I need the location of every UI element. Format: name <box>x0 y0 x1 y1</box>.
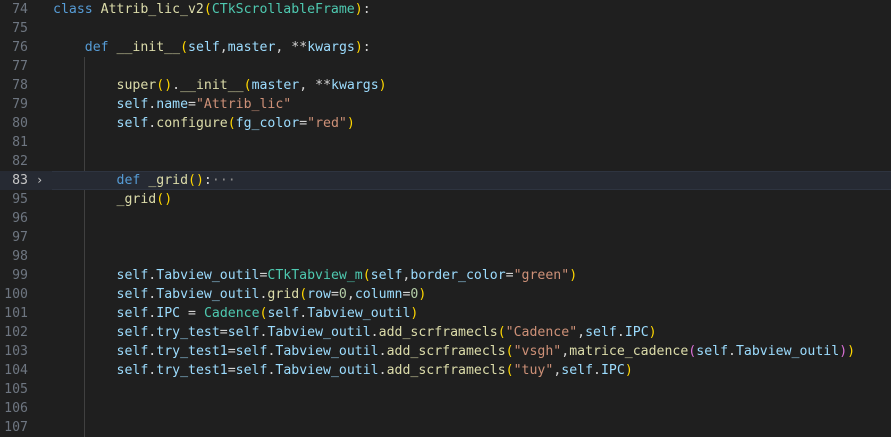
code-line[interactable]: 81 <box>0 133 891 152</box>
code-line[interactable]: 102 self.try_test=self.Tabview_outil.add… <box>0 323 891 342</box>
line-number: 80 <box>12 116 28 131</box>
line-number: 75 <box>12 21 28 36</box>
code-line[interactable]: 97 <box>0 228 891 247</box>
code-line[interactable]: 74 class Attrib_lic_v2(CTkScrollableFrame… <box>0 0 891 19</box>
code-line[interactable]: 77 <box>0 57 891 76</box>
code-line[interactable]: 101 self.IPC = Cadence(self.Tabview_outi… <box>0 304 891 323</box>
code-text: self.name="Attrib_lic" <box>116 97 292 112</box>
line-number: 105 <box>4 382 28 397</box>
code-line[interactable]: 106 <box>0 399 891 418</box>
code-text: self.Tabview_outil=CTkTabview_m(self,bor… <box>116 268 578 283</box>
line-number: 76 <box>12 40 28 55</box>
code-text: self.try_test1=self.Tabview_outil.add_sc… <box>116 363 633 378</box>
code-editor[interactable]: 74 class Attrib_lic_v2(CTkScrollableFrame… <box>0 0 891 437</box>
line-number: 104 <box>4 363 28 378</box>
line-number: 83 <box>12 173 28 188</box>
line-number: 78 <box>12 78 28 93</box>
code-line[interactable]: 75 <box>0 19 891 38</box>
code-text: super().__init__(master, **kwargs) <box>116 78 387 93</box>
code-line[interactable]: 79 self.name="Attrib_lic" <box>0 95 891 114</box>
line-number: 81 <box>12 135 28 150</box>
code-line[interactable]: 99 self.Tabview_outil=CTkTabview_m(self,… <box>0 266 891 285</box>
code-line[interactable]: 96 <box>0 209 891 228</box>
code-line[interactable]: 107 <box>0 418 891 437</box>
code-text: self.configure(fg_color="red") <box>116 116 355 131</box>
code-line[interactable]: 95 _grid() <box>0 190 891 209</box>
line-number: 98 <box>12 249 28 264</box>
code-text: self.Tabview_outil.grid(row=0,column=0) <box>116 287 427 302</box>
code-line[interactable]: 103 self.try_test1=self.Tabview_outil.ad… <box>0 342 891 361</box>
code-line[interactable]: 76 def __init__(self,master, **kwargs): <box>0 38 891 57</box>
line-number: 101 <box>4 306 28 321</box>
line-number: 96 <box>12 211 28 226</box>
code-line[interactable]: 105 <box>0 380 891 399</box>
code-line[interactable]: 82 <box>0 152 891 171</box>
code-text: def _grid():··· <box>116 173 236 188</box>
line-number: 79 <box>12 97 28 112</box>
code-text: self.try_test=self.Tabview_outil.add_scr… <box>116 325 657 340</box>
code-text: _grid() <box>116 192 173 207</box>
code-text: def __init__(self,master, **kwargs): <box>84 40 371 55</box>
code-text: class Attrib_lic_v2(CTkScrollableFrame): <box>53 2 371 17</box>
line-number: 100 <box>4 287 28 302</box>
line-number: 106 <box>4 401 28 416</box>
code-line[interactable]: 78 super().__init__(master, **kwargs) <box>0 76 891 95</box>
code-text: self.try_test1=self.Tabview_outil.add_sc… <box>116 344 856 359</box>
line-number: 95 <box>12 192 28 207</box>
line-number: 103 <box>4 344 28 359</box>
code-line[interactable]: 104 self.try_test1=self.Tabview_outil.ad… <box>0 361 891 380</box>
line-number: 74 <box>12 2 28 17</box>
line-number: 97 <box>12 230 28 245</box>
chevron-right-icon[interactable]: › <box>36 171 46 190</box>
line-number: 82 <box>12 154 28 169</box>
line-number: 102 <box>4 325 28 340</box>
line-number: 107 <box>4 420 28 435</box>
code-line[interactable]: 83 › def _grid():··· <box>0 171 891 190</box>
code-line[interactable]: 98 <box>0 247 891 266</box>
code-line[interactable]: 80 self.configure(fg_color="red") <box>0 114 891 133</box>
code-line[interactable]: 100 self.Tabview_outil.grid(row=0,column… <box>0 285 891 304</box>
line-number: 77 <box>12 59 28 74</box>
line-number: 99 <box>12 268 28 283</box>
code-text: self.IPC = Cadence(self.Tabview_outil) <box>116 306 419 321</box>
